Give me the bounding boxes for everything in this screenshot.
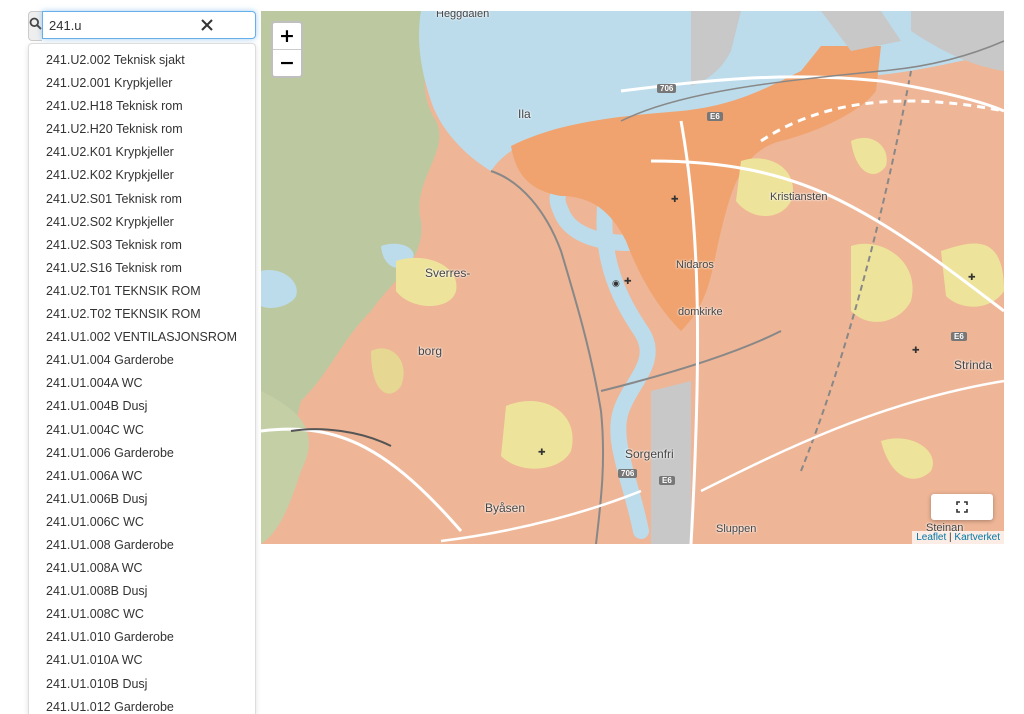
park [501,401,573,469]
search-input[interactable] [42,11,256,39]
road-shield: E6 [707,112,723,121]
autocomplete-item[interactable]: 241.U1.006 Garderobe [29,442,255,465]
road [440,489,642,543]
autocomplete-item[interactable]: 241.U1.004C WC [29,419,255,442]
autocomplete-item[interactable]: 241.U2.T01 TEKNSIK ROM [29,280,255,303]
place-label: Ila [518,107,531,121]
road-shield: E6 [659,476,675,485]
autocomplete-item[interactable]: 241.U2.002 Teknisk sjakt [29,49,255,72]
autocomplete-item[interactable]: 241.U1.012 Garderobe [29,696,255,714]
place-label: Sorgenfri [625,447,674,461]
autocomplete-item[interactable]: 241.U1.010 Garderobe [29,626,255,649]
autocomplete-item[interactable]: 241.U2.S02 Krypkjeller [29,211,255,234]
road-shield: E6 [951,332,967,341]
autocomplete-item[interactable]: 241.U1.010B Dusj [29,673,255,696]
place-label: Sluppen [716,523,757,535]
church-icon: ✚ [671,194,679,204]
road-shield: 706 [657,84,677,93]
industrial-area [651,381,691,544]
place-label: Byåsen [485,501,526,515]
autocomplete-item[interactable]: 241.U1.008A WC [29,557,255,580]
church-icon: ✚ [968,272,976,282]
autocomplete-item[interactable]: 241.U1.008C WC [29,603,255,626]
autocomplete-item[interactable]: 241.U1.004 Garderobe [29,349,255,372]
autocomplete-item[interactable]: 241.U2.K01 Krypkjeller [29,141,255,164]
park [371,348,404,394]
search-addon [28,11,42,41]
road-shield: 706 [618,469,638,478]
place-label: Heggdalen [436,11,490,20]
autocomplete-item[interactable]: 241.U2.S01 Teknisk rom [29,188,255,211]
autocomplete-dropdown: 241.U2.002 Teknisk sjakt 241.U2.001 Krypk… [28,43,256,714]
map-attribution: Leaflet | Kartverket [912,531,1004,544]
autocomplete-item[interactable]: 241.U2.S03 Teknisk rom [29,234,255,257]
autocomplete-list: 241.U2.002 Teknisk sjakt 241.U2.001 Krypk… [29,44,255,714]
zoom-in-button[interactable]: + [273,23,301,49]
road [700,379,1004,493]
autocomplete-item[interactable]: 241.U1.004A WC [29,372,255,395]
autocomplete-item[interactable]: 241.U1.008B Dusj [29,580,255,603]
autocomplete-item[interactable]: 241.U1.006A WC [29,465,255,488]
church-icon: ✚ [538,447,546,457]
zoom-out-button[interactable]: − [273,49,301,76]
close-icon[interactable] [198,16,216,34]
autocomplete-item[interactable]: 241.U2.001 Krypkjeller [29,72,255,95]
search-icon [29,17,42,35]
fullscreen-icon [956,501,968,513]
map[interactable]: Heggdalen Ila Kristiansten Sverres- borg… [261,11,1004,544]
place-label: Nidaros [676,259,714,271]
kartverket-link[interactable]: Kartverket [954,532,1000,543]
zoom-control: + − [271,21,303,78]
autocomplete-item[interactable]: 241.U2.K02 Krypkjeller [29,164,255,187]
park [851,243,913,322]
autocomplete-item[interactable]: 241.U2.H20 Teknisk rom [29,118,255,141]
place-label: Kristiansten [770,191,828,203]
church-icon: ✚ [912,345,920,355]
autocomplete-item[interactable]: 241.U1.004B Dusj [29,395,255,418]
fullscreen-button[interactable] [931,494,993,520]
autocomplete-item[interactable]: 241.U2.S16 Teknisk rom [29,257,255,280]
autocomplete-item[interactable]: 241.U2.H18 Teknisk rom [29,95,255,118]
map-tiles [261,11,1004,544]
autocomplete-item[interactable]: 241.U1.006B Dusj [29,488,255,511]
autocomplete-item[interactable]: 241.U1.010A WC [29,649,255,672]
autocomplete-item[interactable]: 241.U2.T02 TEKNSIK ROM [29,303,255,326]
autocomplete-item[interactable]: 241.U1.006C WC [29,511,255,534]
place-label: Strinda [954,358,993,372]
forest-area [261,391,309,544]
leaflet-link[interactable]: Leaflet [916,532,946,543]
autocomplete-item[interactable]: 241.U1.008 Garderobe [29,534,255,557]
park [851,137,887,174]
church-icon: ✚ [624,276,632,286]
place-label: Sverres- [425,266,471,280]
search-bar [28,11,256,41]
place-label: domkirke [678,306,723,318]
station-icon: ◉ [612,278,620,288]
place-label: borg [418,344,443,358]
park [881,438,933,479]
autocomplete-item[interactable]: 241.U1.002 VENTILASJONSROM [29,326,255,349]
park [736,158,793,216]
